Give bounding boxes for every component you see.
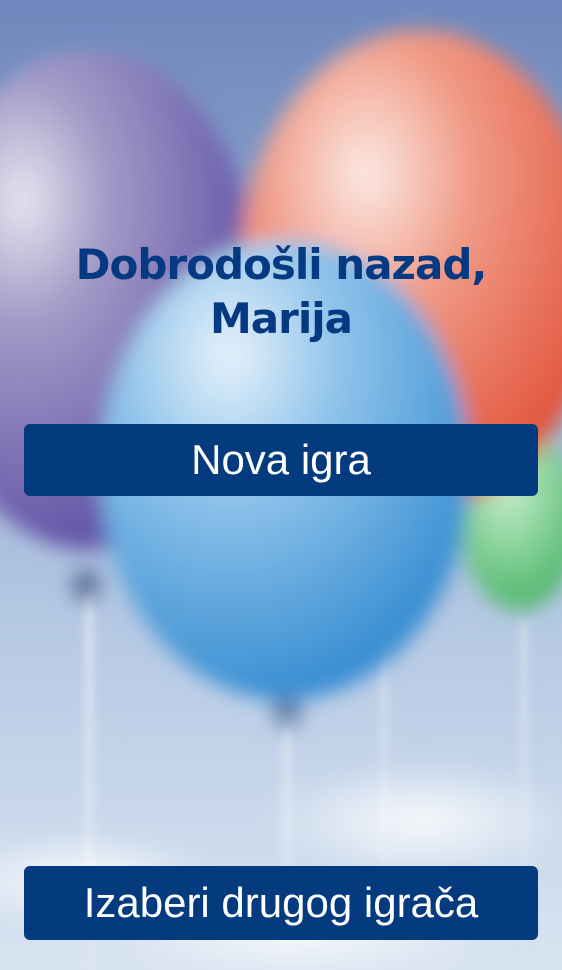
welcome-line-name: Marija: [210, 294, 353, 343]
choose-other-player-button[interactable]: Izaberi drugog igrača: [24, 866, 538, 940]
new-game-button[interactable]: Nova igra: [24, 424, 538, 496]
welcome-line-greeting: Dobrodošli nazad,: [75, 240, 488, 289]
welcome-heading: Dobrodošli nazad, Marija: [0, 238, 562, 346]
